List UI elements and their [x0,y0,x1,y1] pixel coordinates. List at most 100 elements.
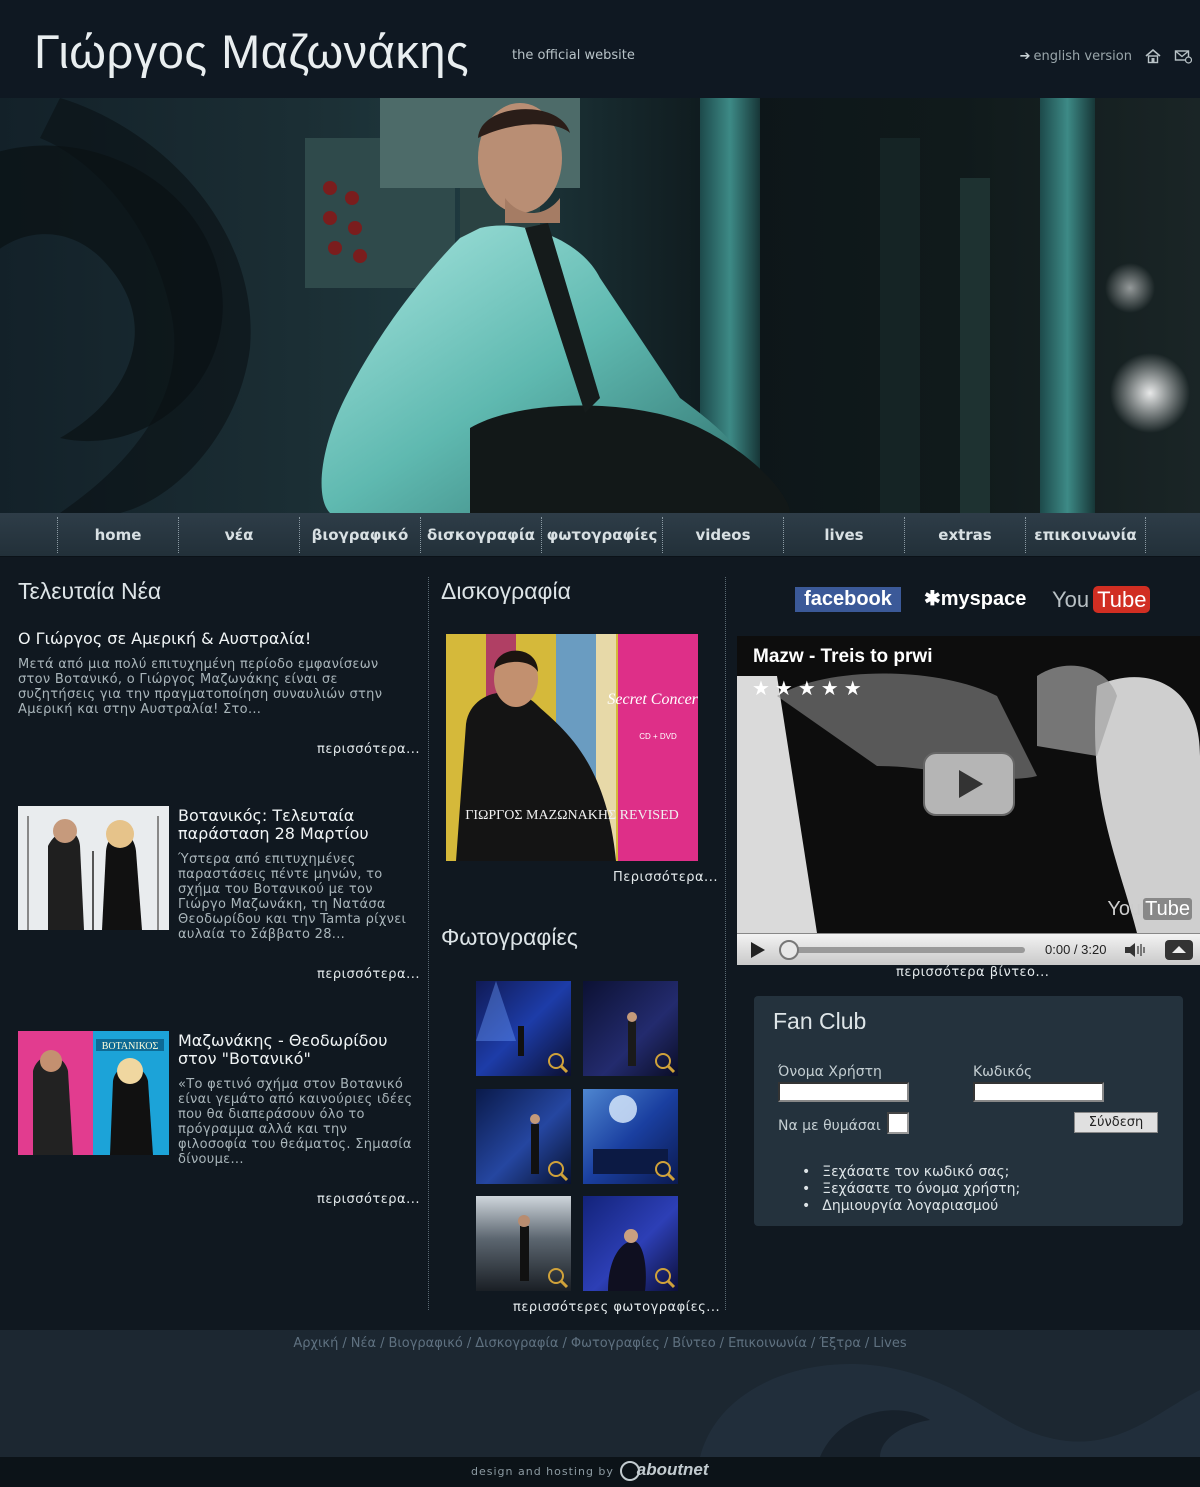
progress-scrubber[interactable] [779,940,799,960]
news-more-link[interactable]: περισσότερα... [317,742,420,757]
photos-more-link[interactable]: περισσότερες φωτογραφίες... [513,1300,720,1315]
volume-icon[interactable] [1123,940,1149,960]
site-title[interactable]: Γιώργος Μαζωνάκης [34,24,469,79]
nav-item-lives[interactable]: lives [783,517,904,553]
aboutnet-logo[interactable]: aboutnet [620,1460,709,1481]
nav-item-home[interactable]: home [57,517,178,553]
photo-thumbnail[interactable] [476,981,571,1076]
footer-link-photos[interactable]: Φωτογραφίες [571,1336,660,1351]
news-item-title[interactable]: Βοτανικός: Τελευταία παράσταση 28 Μαρτίο… [178,807,369,843]
video-time: 0:00 / 3:20 [1045,942,1107,957]
youtube-link[interactable]: You Tube [1052,586,1151,613]
site-footer: Αρχική / Νέα / Βιογραφικό / Δισκογραφία / Φωτογρ… [0,1330,1200,1457]
remember-me-checkbox[interactable] [887,1112,909,1134]
nav-item-news[interactable]: νέα [178,517,299,553]
column-divider [725,577,726,1310]
credit-bar: design and hosting by aboutnet [0,1457,1200,1487]
poster-text: ΒΟΤΑΝΙΚΟΣ [102,1041,159,1052]
nav-item-photos[interactable]: φωτογραφίες [541,517,662,553]
news-thumbnail[interactable] [18,806,169,930]
home-icon[interactable] [1144,48,1162,64]
news-more-link[interactable]: περισσότερα... [317,1192,420,1207]
login-button[interactable]: Σύνδεση [1074,1112,1158,1133]
forgot-username-link[interactable]: Ξεχάσατε το όνομα χρήστη; [804,1181,1020,1198]
album-caption: ΓΙΩΡΓΟΣ ΜΑΖΩΝΑΚΗΣ REVISED [465,808,679,823]
video-title: Mazw - Treis to prwi [753,646,933,667]
album-cover[interactable]: Secret Concerts CD + DVD ΓΙΩΡΓΟΣ ΜΑΖΩΝΑΚ… [446,634,698,861]
english-version-label: english version [1033,48,1132,64]
nav-item-extras[interactable]: extras [904,517,1025,553]
magnifier-icon [655,1053,671,1069]
youtube-you-label: You [1052,587,1090,612]
youtube-tube-label: Tube [1093,586,1151,613]
discography-section-title: Δισκογραφία [441,578,571,604]
site-subtitle: the official website [512,48,635,63]
fan-club-title: Fan Club [773,1008,867,1034]
news-item-text: Μετά από μια πολύ επιτυχημένη περίοδο εμ… [18,657,383,717]
forgot-password-link[interactable]: Ξεχάσατε τον κωδικό σας; [804,1164,1020,1181]
footer-link-biography[interactable]: Βιογραφικό [388,1336,462,1351]
footer-link-contact[interactable]: Επικοινωνία [728,1336,807,1351]
footer-link-videos[interactable]: Βίντεο [672,1336,715,1351]
nav-item-biography[interactable]: βιογραφικό [299,517,420,553]
remember-me-label: Να με θυμάσαι [778,1118,881,1134]
password-label: Κωδικός [973,1064,1033,1080]
footer-link-extras[interactable]: Έξτρα [819,1336,861,1351]
nav-item-discography[interactable]: δισκογραφία [420,517,541,553]
video-controls: 0:00 / 3:20 [737,933,1200,965]
play-icon[interactable] [747,940,769,960]
news-item-title[interactable]: Μαζωνάκης - Θεοδωρίδου στον "Βοτανικό" [178,1032,387,1068]
videos-more-link[interactable]: περισσότερα βίντεο... [896,965,1049,980]
news-item-text: Ύστερα από επιτυχημένες παραστάσεις πέντ… [178,852,407,942]
hero-photo [0,98,1190,513]
nav-item-contact[interactable]: επικοινωνία [1025,517,1146,553]
photo-thumbnail[interactable] [583,1196,678,1291]
play-overlay-button[interactable] [923,752,1015,816]
video-progress-bar[interactable] [781,947,1025,953]
username-input[interactable] [778,1082,909,1102]
magnifier-icon [548,1053,564,1069]
video-player[interactable]: Mazw - Treis to prwi ★★★★★ You Tube 0:00 … [737,636,1200,965]
photos-section-title: Φωτογραφίες [441,924,578,950]
english-version-link[interactable]: ➔ english version [1020,49,1132,64]
myspace-icon: ✱ [924,588,941,610]
site-header: Γιώργος Μαζωνάκης the official website ➔… [0,0,1200,98]
create-account-link[interactable]: Δημιουργία λογαριασμού [804,1198,1020,1215]
magnifier-icon [548,1161,564,1177]
facebook-link[interactable]: facebook [795,587,901,612]
expand-icon[interactable] [1164,939,1194,961]
nav-item-videos[interactable]: videos [662,517,783,553]
photo-thumbnail[interactable] [476,1196,571,1291]
fan-club-panel: Fan Club Όνομα Χρήστη Κωδικός Να με θυμά… [754,996,1183,1226]
news-more-link[interactable]: περισσότερα... [317,967,420,982]
footer-link-news[interactable]: Νέα [351,1336,376,1351]
column-divider [428,577,429,1310]
news-thumbnail[interactable]: ΒΟΤΑΝΙΚΟΣ [18,1031,169,1155]
credit-text: design and hosting by [471,1465,614,1478]
username-label: Όνομα Χρήστη [778,1064,882,1080]
footer-link-home[interactable]: Αρχική [293,1336,338,1351]
news-item-text: «Το φετινό σχήμα στον Βοτανικό είναι γεμ… [178,1077,413,1167]
news-item-title[interactable]: Ο Γιώργος σε Αμερική & Αυστραλία! [18,630,311,648]
arrow-right-icon: ➔ [1019,48,1031,64]
footer-link-discography[interactable]: Δισκογραφία [475,1336,558,1351]
footer-links: Αρχική / Νέα / Βιογραφικό / Δισκογραφία / Φωτογρ… [293,1336,907,1351]
hero-banner [0,98,1200,513]
photo-thumbnail[interactable] [583,1089,678,1184]
photo-thumbnail[interactable] [583,981,678,1076]
fan-club-links: Ξεχάσατε τον κωδικό σας; Ξεχάσατε το όνο… [804,1164,1020,1215]
footer-link-lives[interactable]: Lives [873,1336,906,1351]
photo-thumbnail[interactable] [476,1089,571,1184]
magnifier-icon [548,1268,564,1284]
main-nav: home νέα βιογραφικό δισκογραφία φωτογραφ… [0,513,1200,557]
news-section-title: Τελευταία Νέα [18,578,162,604]
password-input[interactable] [973,1082,1104,1102]
album-format: CD + DVD [639,732,677,741]
youtube-watermark: You Tube [1107,898,1192,920]
myspace-link[interactable]: ✱myspace [924,587,1026,612]
video-rating-stars[interactable]: ★★★★★ [752,676,867,700]
mail-icon[interactable] [1174,48,1192,64]
album-badge: Secret Concerts [607,691,698,708]
header-links: ➔ english version [1020,48,1192,64]
discography-more-link[interactable]: Περισσότερα... [613,870,718,885]
